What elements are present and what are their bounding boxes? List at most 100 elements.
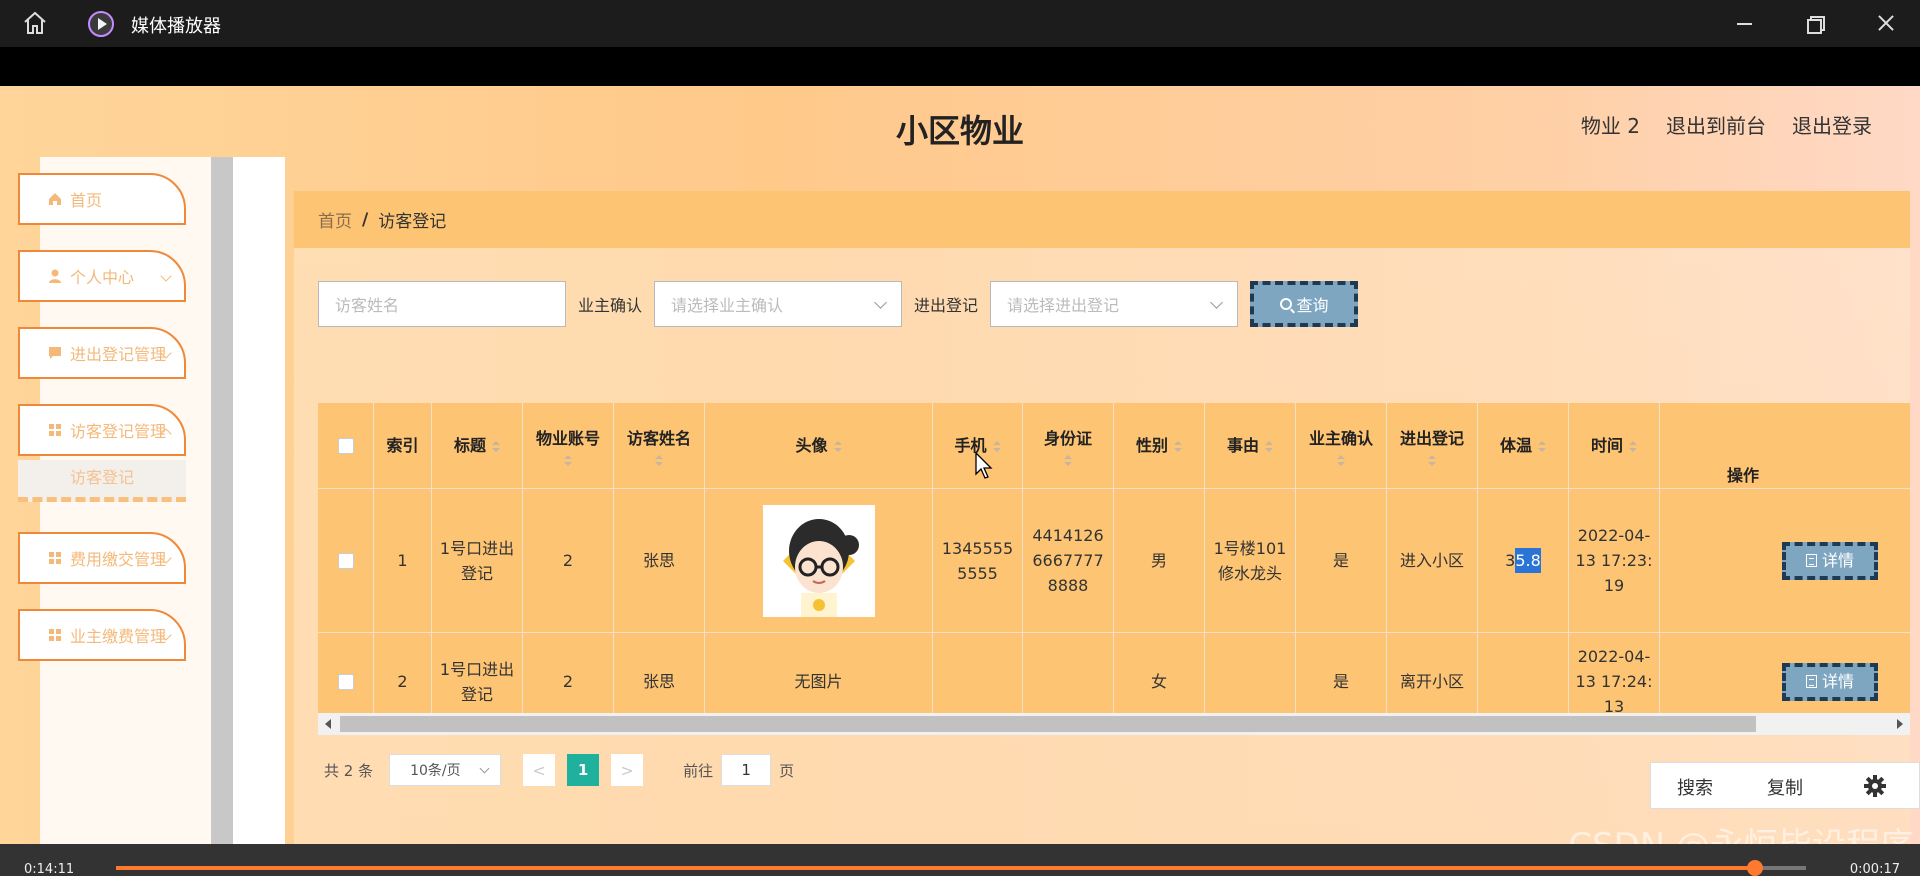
sort-icon[interactable] <box>1428 454 1436 466</box>
table-cell: 进入小区 <box>1387 489 1478 632</box>
sort-icon[interactable] <box>1337 454 1345 466</box>
page-suffix: 页 <box>779 761 795 780</box>
minimize-button[interactable] <box>1733 10 1759 36</box>
chevron-down-icon <box>160 270 172 282</box>
column-header[interactable]: 体温 <box>1478 403 1569 488</box>
table-cell: 男 <box>1114 489 1205 632</box>
detail-button-label: 详情 <box>1821 551 1854 570</box>
scroll-left-icon[interactable] <box>325 719 331 729</box>
submenu-item-visitor-register[interactable]: 访客登记 <box>18 460 186 502</box>
owner-confirm-select[interactable]: 请选择业主确认 <box>654 281 903 327</box>
detail-button[interactable]: 详情 <box>1782 541 1878 580</box>
column-header[interactable]: 标题 <box>432 403 523 488</box>
close-button[interactable] <box>1873 10 1899 36</box>
column-header-label: 时间 <box>1590 436 1623 455</box>
next-page-button[interactable]: > <box>611 754 644 786</box>
column-header-label: 索引 <box>386 436 419 455</box>
time-text: 2022-04-13 17:23:19 <box>1575 526 1653 595</box>
chevron-down-icon <box>479 763 490 774</box>
sidebar-item-home[interactable]: 首页 <box>18 173 186 225</box>
grid-icon <box>49 629 61 641</box>
sidebar-scrollbar[interactable] <box>211 157 233 844</box>
copy-button[interactable]: 复制 <box>1767 774 1803 800</box>
prev-page-button[interactable]: < <box>523 754 556 786</box>
gear-icon[interactable] <box>1863 774 1887 798</box>
page-number-active[interactable]: 1 <box>567 754 600 786</box>
row-checkbox[interactable] <box>337 673 354 690</box>
table-horizontal-scrollbar[interactable] <box>318 713 1910 735</box>
column-header-label: 身份证 <box>1043 428 1092 448</box>
player-logo-icon <box>88 11 114 37</box>
seek-handle[interactable] <box>1747 860 1764 876</box>
column-header[interactable]: 身份证 <box>1023 403 1114 488</box>
current-user-link[interactable]: 物业 2 <box>1581 110 1640 139</box>
scroll-right-icon[interactable] <box>1897 719 1903 729</box>
avatar-cell <box>705 489 933 632</box>
reason-text: 1号楼101修水龙头 <box>1213 538 1287 583</box>
column-header: 操作 <box>1660 403 1900 488</box>
sidebar-item-visitor[interactable]: 访客登记管理 <box>18 404 186 456</box>
column-header[interactable]: 访客姓名 <box>614 403 705 488</box>
query-button[interactable]: 查询 <box>1250 281 1359 327</box>
breadcrumb: 首页 / 访客登记 <box>294 191 1910 248</box>
sort-icon[interactable] <box>492 441 500 452</box>
table-row: 1 1号口进出登记 2 张思 13455555555 4414126666777… <box>318 489 1910 633</box>
main-content: 首页 / 访客登记 访客姓名 业主确认 请选择业主确认 进出登记 请选择进出登记… <box>294 191 1910 844</box>
logout-link[interactable]: 退出登录 <box>1792 110 1872 139</box>
total-count: 共 2 条 <box>324 761 374 780</box>
table-cell: 1 <box>374 489 432 632</box>
home-icon[interactable] <box>22 11 48 35</box>
scrollbar-thumb[interactable] <box>340 716 1756 732</box>
exit-to-front-link[interactable]: 退出到前台 <box>1666 110 1766 139</box>
sort-icon[interactable] <box>1629 441 1637 452</box>
sort-icon[interactable] <box>1064 454 1072 466</box>
table-cell: 3 5.8 <box>1478 489 1569 632</box>
goto-label: 前往 <box>683 761 714 780</box>
sort-icon[interactable] <box>992 441 1001 452</box>
column-header[interactable]: 物业账号 <box>523 403 614 488</box>
sort-icon[interactable] <box>1265 441 1273 452</box>
sidebar-item-label: 访客登记管理 <box>70 422 167 441</box>
column-header[interactable]: 事由 <box>1205 403 1296 488</box>
sort-icon[interactable] <box>564 454 572 466</box>
sort-icon[interactable] <box>1538 441 1546 452</box>
inout-select[interactable]: 请选择进出登记 <box>990 281 1239 327</box>
column-header-label: 业主确认 <box>1308 428 1373 448</box>
seek-bar[interactable] <box>116 866 1806 870</box>
row-checkbox[interactable] <box>337 552 354 569</box>
table-cell: 1号口进出登记 <box>432 489 523 632</box>
column-header[interactable]: 时间 <box>1569 403 1660 488</box>
select-all-checkbox[interactable] <box>337 437 354 454</box>
app-viewport: 小区物业 物业 2 退出到前台 退出登录 首页 个人中心 进出登记管理 访客登记… <box>0 86 1920 844</box>
row-select-cell <box>318 489 374 632</box>
column-header-label: 物业账号 <box>535 428 600 448</box>
owner-confirm-placeholder: 请选择业主确认 <box>671 296 784 315</box>
pagination: 共 2 条 10条/页 < 1 > 前往 1 页 <box>324 754 794 786</box>
page-size-select[interactable]: 10条/页 <box>389 754 502 786</box>
column-header-label: 头像 <box>795 436 828 455</box>
mouse-cursor-icon <box>975 452 993 479</box>
search-button[interactable]: 搜索 <box>1677 774 1713 800</box>
content-gutter <box>233 157 285 844</box>
sidebar-item-inout[interactable]: 进出登记管理 <box>18 327 186 379</box>
sort-icon[interactable] <box>833 441 842 452</box>
sort-icon[interactable] <box>655 454 663 466</box>
breadcrumb-home[interactable]: 首页 <box>318 207 352 232</box>
goto-page-input[interactable]: 1 <box>721 754 772 786</box>
column-header-label: 操作 <box>1726 466 1759 485</box>
id-card-text: 441412666677778888 <box>1032 526 1104 595</box>
sidebar-item-fee-payment[interactable]: 费用缴交管理 <box>18 532 186 584</box>
column-header-label: 体温 <box>1499 436 1532 455</box>
column-header[interactable]: 性别 <box>1114 403 1205 488</box>
column-header[interactable]: 业主确认 <box>1296 403 1387 488</box>
detail-button[interactable]: 详情 <box>1782 662 1878 701</box>
sort-icon[interactable] <box>1174 441 1182 452</box>
document-icon <box>1805 675 1817 688</box>
visitor-name-input[interactable]: 访客姓名 <box>318 281 566 327</box>
column-header[interactable]: 头像 <box>705 403 933 488</box>
column-header[interactable]: 进出登记 <box>1387 403 1478 488</box>
column-header-label: 进出登记 <box>1399 428 1464 448</box>
restore-button[interactable] <box>1803 10 1829 36</box>
sidebar-item-profile[interactable]: 个人中心 <box>18 250 186 302</box>
sidebar-item-owner-payment[interactable]: 业主缴费管理 <box>18 609 186 661</box>
